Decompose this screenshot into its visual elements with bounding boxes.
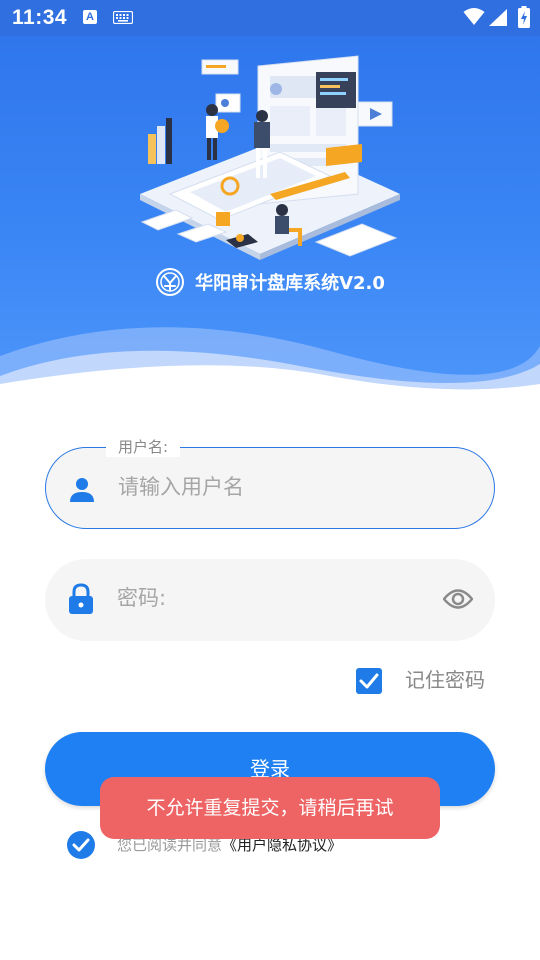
username-field[interactable]: 用户名: 请输入用户名 [45,436,495,529]
check-icon [359,673,379,689]
username-label: 用户名: [106,436,181,457]
remember-password-label[interactable]: 记住密码 [405,665,485,695]
status-time: 11:34 [12,6,68,29]
user-icon [70,478,94,502]
error-toast: 不允许重复提交，请稍后再试 [100,777,440,839]
status-bar: 11:34 A [0,0,540,36]
workspace-illustration [140,55,400,260]
username-input[interactable]: 请输入用户名 [118,472,244,502]
keyboard-icon [113,11,133,24]
lock-icon [69,583,93,614]
password-input[interactable]: 密码: [117,583,166,613]
check-icon [72,838,90,852]
hy-logo-icon [156,268,185,296]
battery-charging-icon [518,6,530,28]
header-banner: 华阳审计盘库系统V2.0 [0,36,540,396]
app-title: 华阳审计盘库系统V2.0 [195,273,385,294]
a-notification-icon: A [83,10,97,24]
password-field[interactable]: 密码: [45,559,495,641]
signal-icon [489,9,507,26]
agreement-checkbox[interactable] [67,831,95,859]
header-wave [0,327,540,396]
wifi-icon [463,8,485,25]
eye-icon[interactable] [443,588,473,610]
remember-password-checkbox[interactable] [356,668,382,694]
app-title-row: 华阳审计盘库系统V2.0 [0,264,540,300]
